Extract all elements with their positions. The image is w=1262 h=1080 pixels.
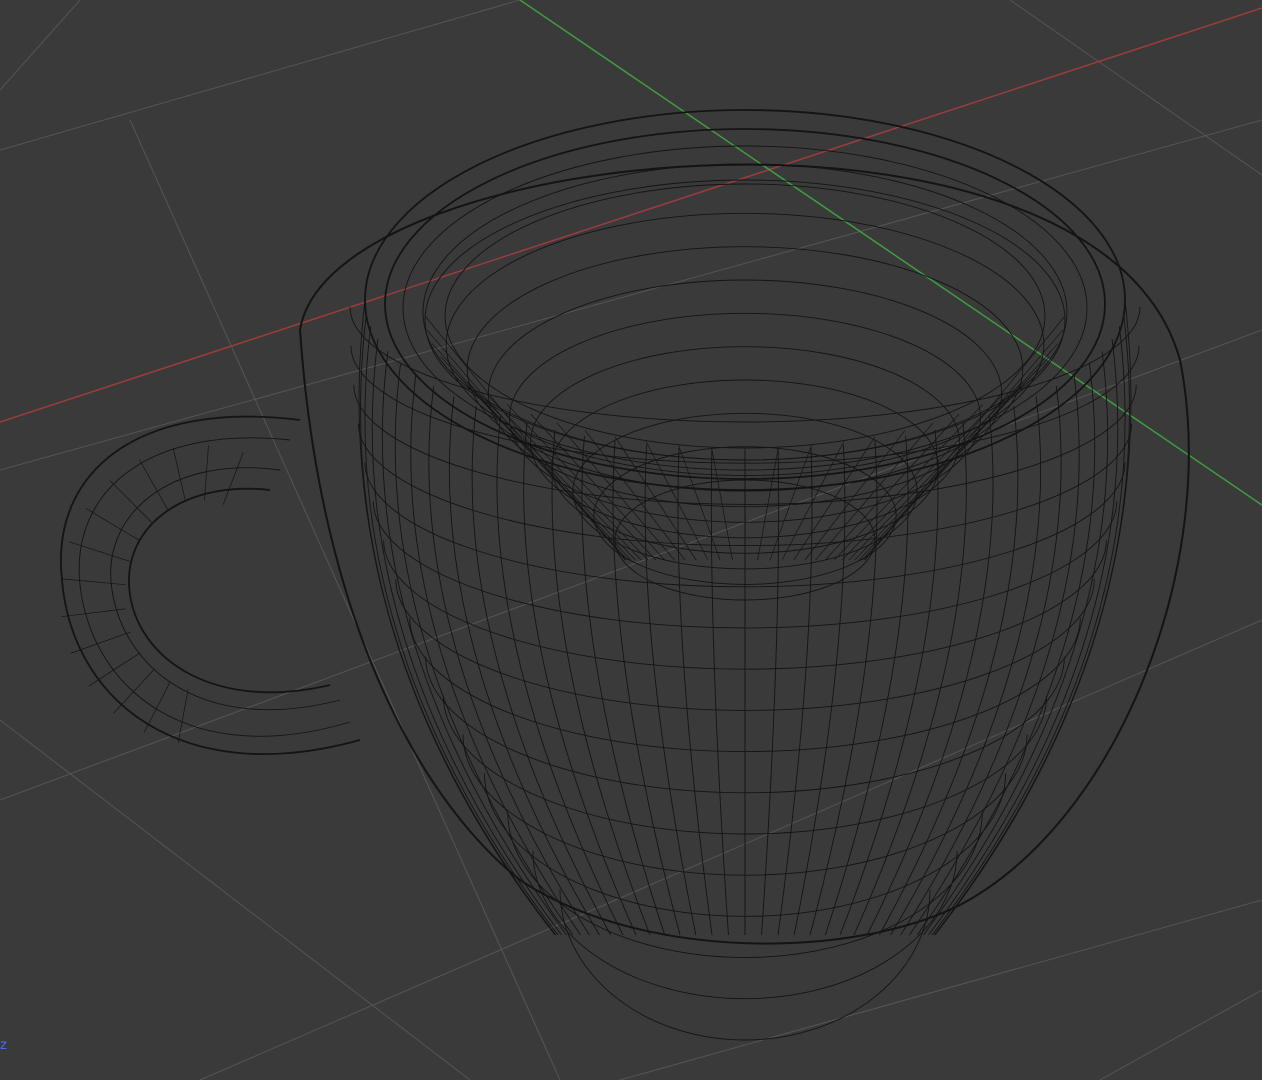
body-meridian — [878, 406, 1019, 936]
inner-meridian — [841, 393, 1005, 561]
body-meridian — [428, 385, 590, 936]
inner-meridian — [614, 436, 697, 561]
body-ring — [349, 306, 1141, 423]
body-meridian — [523, 422, 637, 936]
body-meridian — [853, 422, 967, 936]
body-meridian — [381, 351, 567, 936]
inner-meridian — [467, 381, 642, 561]
handle-ring — [128, 487, 331, 694]
inner-meridian — [848, 381, 1023, 561]
grid-line — [0, 719, 471, 1080]
rim-ring — [384, 128, 1106, 480]
handle-segment — [113, 669, 155, 714]
body-ring — [350, 345, 1140, 464]
handle-segment — [172, 447, 186, 502]
inner-meridian — [854, 369, 1038, 561]
body-meridian — [551, 429, 651, 936]
grid-line — [0, 329, 1262, 801]
handle-ring — [78, 437, 351, 737]
body-meridian — [496, 414, 624, 936]
viewport-canvas[interactable] — [0, 0, 1262, 1080]
inner-meridian — [485, 393, 649, 561]
rim-ring — [364, 109, 1126, 491]
rim-ring — [422, 163, 1068, 461]
y-axis-line — [519, 0, 1262, 506]
inner-meridian — [793, 436, 876, 561]
body-meridian — [900, 385, 1062, 936]
handle-segment — [68, 541, 130, 562]
cup-outline — [298, 163, 1190, 945]
inner-meridian — [452, 369, 636, 561]
grid-line — [1099, 989, 1262, 1080]
handle-segment — [109, 480, 152, 523]
handle-segment — [61, 608, 126, 618]
cup-wireframe-icon[interactable] — [60, 109, 1190, 1041]
body-meridian — [364, 325, 559, 936]
handle-segment — [70, 631, 132, 654]
inner-meridian — [864, 315, 1066, 561]
inner-meridian — [530, 413, 665, 561]
body-meridian — [923, 351, 1109, 936]
handle-segment — [222, 452, 244, 505]
body-meridian — [866, 414, 994, 936]
grid-line — [0, 0, 521, 151]
handle-segment — [143, 681, 171, 733]
rim-ring — [444, 183, 1046, 449]
axis-indicator-label: z — [0, 1038, 7, 1053]
handle-segment — [177, 688, 189, 744]
inner-meridian — [825, 413, 960, 561]
handle-ring — [60, 415, 361, 755]
handle-segment — [88, 652, 141, 687]
handle-segment — [60, 578, 126, 586]
x-axis-line — [0, 7, 1262, 423]
grid-line — [199, 619, 1262, 1080]
grid-line — [0, 0, 81, 91]
handle-ring — [110, 467, 341, 711]
grid-line — [1009, 0, 1262, 176]
handle-segment — [204, 445, 209, 501]
3d-viewport[interactable]: z — [0, 0, 1262, 1080]
body-meridian — [839, 429, 939, 936]
handle-segment — [85, 508, 139, 541]
